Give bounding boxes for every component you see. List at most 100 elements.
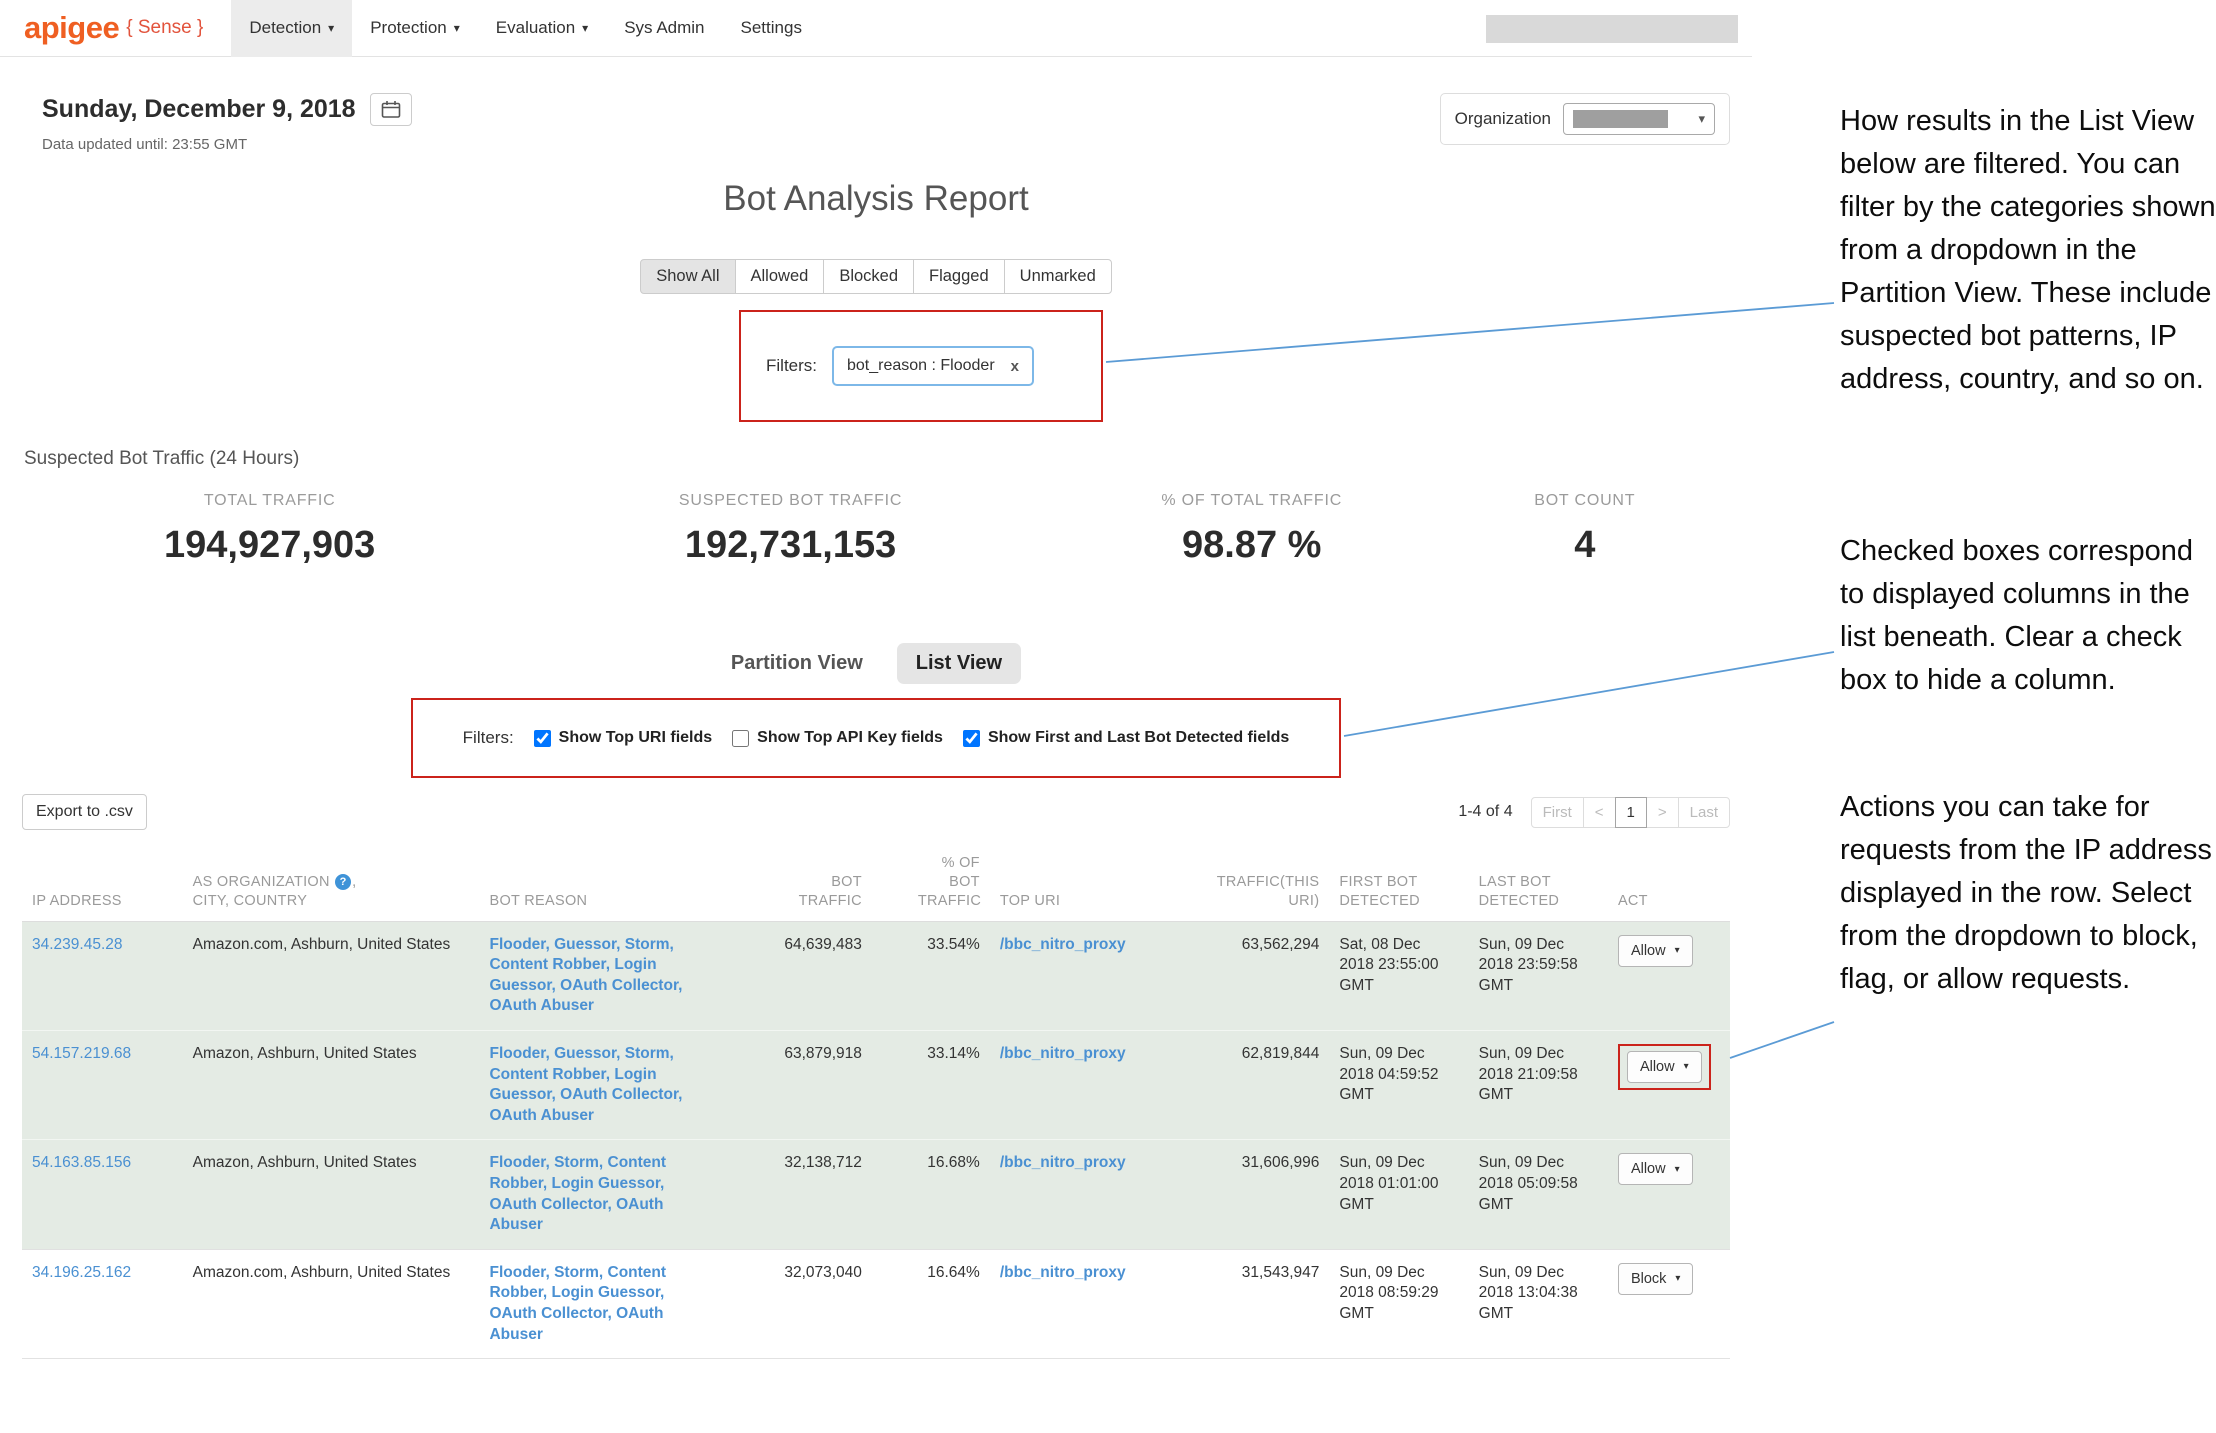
table-toolbar: Export to .csv 1-4 of 4 First < 1 > Last — [22, 794, 1730, 830]
first-bot-detected-cell: Sun, 09 Dec 2018 01:01:00 GMT — [1329, 1140, 1468, 1249]
stat-value: 98.87 % — [1064, 524, 1440, 567]
bot-reason-link[interactable]: Content Robber — [489, 956, 605, 973]
action-dropdown[interactable]: Block ▾ — [1618, 1263, 1694, 1295]
annotation-highlight-box: Filters: Show Top URI fields Show Top AP… — [411, 698, 1341, 778]
top-uri-link[interactable]: /bbc_nitro_proxy — [1000, 1154, 1126, 1171]
last-bot-detected-cell: Sun, 09 Dec 2018 23:59:58 GMT — [1469, 921, 1608, 1030]
tab-list-view[interactable]: List View — [897, 643, 1021, 684]
bot-traffic-cell: 32,138,712 — [701, 1140, 872, 1249]
stat-value: 192,731,153 — [517, 524, 1064, 567]
calendar-icon — [381, 100, 401, 119]
checkbox-show-first-last-detected[interactable]: Show First and Last Bot Detected fields — [963, 729, 1289, 747]
annotation-highlight-box: Allow ▾ — [1618, 1044, 1711, 1090]
bot-reason-link[interactable]: Login Guessor — [552, 1175, 661, 1192]
annotation-text: How results in the List View below are f… — [1840, 100, 2216, 401]
col-header-pct-bot-traffic: % OF BOT TRAFFIC — [872, 848, 990, 921]
calendar-button[interactable] — [370, 93, 412, 126]
bot-reason-link[interactable]: Guessor — [554, 936, 616, 953]
apigee-logo[interactable]: apigee — [24, 10, 119, 46]
nav-item-label: Protection — [370, 18, 447, 38]
bot-reason-cell: Flooder, Guessor, Storm, Content Robber,… — [479, 921, 701, 1030]
tab-blocked[interactable]: Blocked — [823, 259, 914, 294]
annotation-text: Actions you can take for requests from t… — [1840, 786, 2216, 1001]
stat-label: BOT COUNT — [1440, 492, 1730, 510]
tab-allowed[interactable]: Allowed — [735, 259, 825, 294]
stat-value: 194,927,903 — [22, 524, 517, 567]
bot-reason-link[interactable]: OAuth Collector — [489, 1196, 607, 1213]
nav-item-detection[interactable]: Detection ▾ — [231, 0, 352, 57]
table-row: 34.196.25.162 Amazon.com, Ashburn, Unite… — [22, 1249, 1730, 1358]
bot-reason-link[interactable]: Content Robber — [489, 1066, 605, 1083]
checkbox-show-top-uri[interactable]: Show Top URI fields — [534, 729, 712, 747]
ip-address-link[interactable]: 34.239.45.28 — [32, 936, 123, 953]
pagination: 1-4 of 4 First < 1 > Last — [1458, 797, 1730, 828]
organization-dropdown[interactable]: ▾ — [1563, 103, 1715, 135]
col-header-as-organization: AS ORGANIZATION ?,CITY, COUNTRY — [183, 848, 480, 921]
bot-reason-link[interactable]: Login Guessor — [552, 1284, 661, 1301]
bot-reason-link[interactable]: Flooder — [489, 1045, 545, 1062]
tab-flagged[interactable]: Flagged — [913, 259, 1005, 294]
filter-chip[interactable]: bot_reason : Flooder x — [832, 346, 1034, 386]
redacted-user-info — [1486, 15, 1738, 43]
bot-reason-link[interactable]: Flooder — [489, 1154, 545, 1171]
bot-reason-link[interactable]: Storm — [625, 936, 670, 953]
checkbox-label: Show Top URI fields — [559, 729, 712, 747]
bot-traffic-cell: 64,639,483 — [701, 921, 872, 1030]
bot-reason-link[interactable]: Guessor — [554, 1045, 616, 1062]
action-dropdown[interactable]: Allow ▾ — [1618, 935, 1693, 967]
top-navbar: apigee { Sense } Detection ▾ Protection … — [0, 0, 1752, 57]
bot-reason-link[interactable]: OAuth Collector — [560, 977, 678, 994]
bot-reason-link[interactable]: Flooder — [489, 936, 545, 953]
nav-item-settings[interactable]: Settings — [723, 0, 820, 57]
tab-unmarked[interactable]: Unmarked — [1004, 259, 1112, 294]
top-uri-link[interactable]: /bbc_nitro_proxy — [1000, 936, 1126, 953]
col-header-act: ACT — [1608, 848, 1730, 921]
bot-reason-link[interactable]: OAuth Abuser — [489, 997, 593, 1014]
bot-reason-link[interactable]: OAuth Collector — [489, 1305, 607, 1322]
ip-address-link[interactable]: 54.157.219.68 — [32, 1045, 131, 1062]
action-dropdown[interactable]: Allow ▾ — [1618, 1153, 1693, 1185]
close-icon[interactable]: x — [1011, 358, 1019, 375]
nav-item-protection[interactable]: Protection ▾ — [352, 0, 478, 57]
first-bot-detected-cell: Sat, 08 Dec 2018 23:55:00 GMT — [1329, 921, 1468, 1030]
data-updated-text: Data updated until: 23:55 GMT — [42, 136, 412, 153]
bot-results-table: IP ADDRESS AS ORGANIZATION ?,CITY, COUNT… — [22, 848, 1730, 1359]
status-tabs: Show All Allowed Blocked Flagged Unmarke… — [22, 259, 1730, 294]
pagination-first-button[interactable]: First — [1531, 797, 1584, 828]
first-bot-detected-cell: Sun, 09 Dec 2018 08:59:29 GMT — [1329, 1249, 1468, 1358]
export-csv-button[interactable]: Export to .csv — [22, 794, 147, 830]
last-bot-detected-cell: Sun, 09 Dec 2018 13:04:38 GMT — [1469, 1249, 1608, 1358]
table-row: 54.157.219.68 Amazon, Ashburn, United St… — [22, 1030, 1730, 1139]
checkbox-input[interactable] — [534, 730, 551, 747]
bot-reason-link[interactable]: OAuth Collector — [560, 1086, 678, 1103]
ip-address-link[interactable]: 54.163.85.156 — [32, 1154, 131, 1171]
bot-reason-link[interactable]: Flooder — [489, 1264, 545, 1281]
top-uri-link[interactable]: /bbc_nitro_proxy — [1000, 1045, 1126, 1062]
top-uri-link[interactable]: /bbc_nitro_proxy — [1000, 1264, 1126, 1281]
col-header-last-bot-detected: LAST BOT DETECTED — [1469, 848, 1608, 921]
checkbox-input[interactable] — [963, 730, 980, 747]
bot-reason-link[interactable]: Storm — [554, 1264, 599, 1281]
nav-item-evaluation[interactable]: Evaluation ▾ — [478, 0, 606, 57]
bot-reason-link[interactable]: Storm — [625, 1045, 670, 1062]
pagination-next-button[interactable]: > — [1646, 797, 1679, 828]
pagination-last-button[interactable]: Last — [1678, 797, 1730, 828]
pagination-page-button[interactable]: 1 — [1615, 797, 1647, 828]
bot-reason-link[interactable]: OAuth Abuser — [489, 1107, 593, 1124]
stats-row: TOTAL TRAFFIC 194,927,903 SUSPECTED BOT … — [22, 492, 1730, 567]
report-date: Sunday, December 9, 2018 — [42, 95, 356, 124]
tab-partition-view[interactable]: Partition View — [731, 652, 863, 675]
tab-show-all[interactable]: Show All — [640, 259, 735, 294]
ip-address-link[interactable]: 34.196.25.162 — [32, 1264, 131, 1281]
table-row: 54.163.85.156 Amazon, Ashburn, United St… — [22, 1140, 1730, 1249]
checkbox-input[interactable] — [732, 730, 749, 747]
bot-reason-link[interactable]: Storm — [554, 1154, 599, 1171]
caret-down-icon: ▾ — [1675, 1164, 1680, 1175]
info-icon[interactable]: ? — [335, 874, 351, 890]
nav-item-sys-admin[interactable]: Sys Admin — [606, 0, 722, 57]
checkbox-show-top-api-key[interactable]: Show Top API Key fields — [732, 729, 943, 747]
last-bot-detected-cell: Sun, 09 Dec 2018 21:09:58 GMT — [1469, 1030, 1608, 1139]
pagination-prev-button[interactable]: < — [1583, 797, 1616, 828]
table-row: 34.239.45.28 Amazon.com, Ashburn, United… — [22, 921, 1730, 1030]
action-dropdown[interactable]: Allow ▾ — [1627, 1051, 1702, 1083]
